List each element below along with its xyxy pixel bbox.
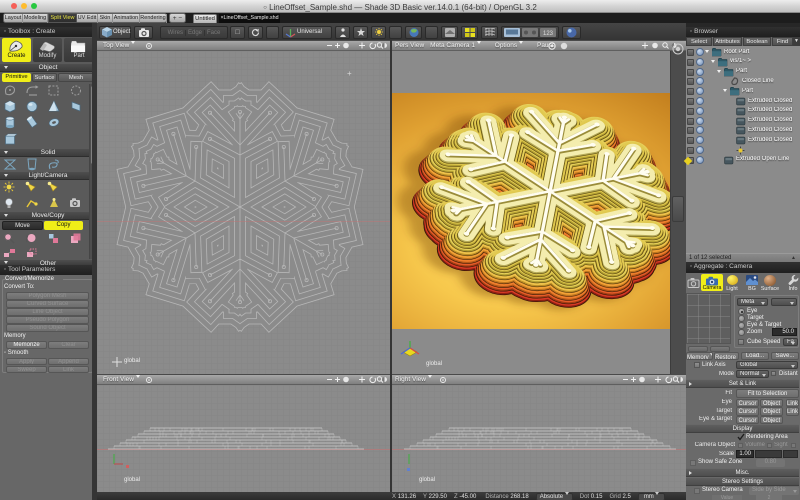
svg-text:123: 123 — [543, 31, 554, 37]
